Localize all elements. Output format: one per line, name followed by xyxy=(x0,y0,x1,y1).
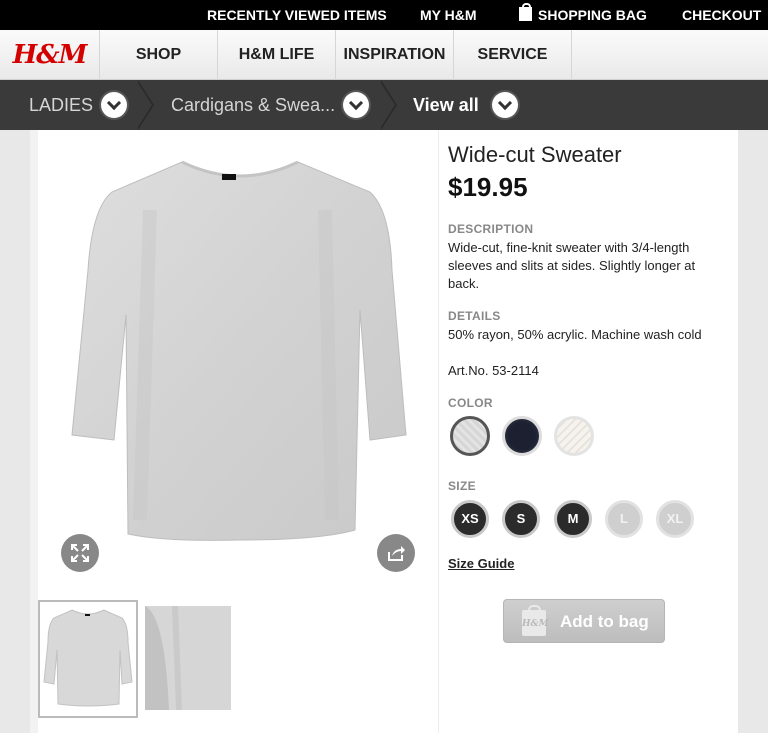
tab-shop[interactable]: SHOP xyxy=(100,30,218,80)
thumbnail-front-image xyxy=(43,609,133,707)
description-label: DESCRIPTION xyxy=(448,222,534,236)
size-l-button: L xyxy=(605,500,643,538)
tab-inspiration[interactable]: INSPIRATION xyxy=(336,30,454,80)
column-divider xyxy=(438,130,439,733)
thumbnail-front[interactable] xyxy=(38,600,138,718)
size-xs-button[interactable]: XS xyxy=(451,500,489,538)
share-button[interactable] xyxy=(377,534,415,572)
thumbnail-detail-image xyxy=(145,605,231,711)
product-title: Wide-cut Sweater xyxy=(448,142,622,167)
color-swatch-dark-navy[interactable] xyxy=(502,416,542,456)
thumbnail-detail[interactable] xyxy=(145,605,231,711)
share-icon xyxy=(388,546,405,561)
breadcrumb-ladies[interactable]: LADIES xyxy=(29,80,93,130)
shopping-bag-link[interactable]: SHOPPING BAG xyxy=(519,3,647,23)
shopping-bag-icon: H&M xyxy=(522,605,549,636)
expand-icon xyxy=(71,544,89,562)
size-s-button[interactable]: S xyxy=(502,500,540,538)
breadcrumb-cardigans[interactable]: Cardigans & Swea... xyxy=(171,80,335,130)
add-to-bag-label: Add to bag xyxy=(560,612,649,631)
size-guide-link[interactable]: Size Guide xyxy=(448,556,514,571)
product-image[interactable] xyxy=(70,150,410,570)
size-label: SIZE xyxy=(448,479,476,493)
tab-hm-life[interactable]: H&M LIFE xyxy=(218,30,336,80)
expand-image-button[interactable] xyxy=(61,534,99,572)
shopping-bag-label: SHOPPING BAG xyxy=(538,7,647,23)
main-nav: H&M SHOP H&M LIFE INSPIRATION SERVICE xyxy=(0,30,768,80)
breadcrumb-view-all[interactable]: View all xyxy=(413,80,479,130)
recently-viewed-link[interactable]: RECENTLY VIEWED ITEMS xyxy=(207,7,387,23)
breadcrumb-separator xyxy=(136,80,154,130)
chevron-down-icon[interactable] xyxy=(492,92,518,118)
shopping-bag-icon xyxy=(519,3,532,21)
color-swatch-light-gray[interactable] xyxy=(450,416,490,456)
description-text: Wide-cut, fine-knit sweater with 3/4-len… xyxy=(448,240,696,291)
details-text: 50% rayon, 50% acrylic. Machine wash col… xyxy=(448,327,702,342)
my-hm-link[interactable]: MY H&M xyxy=(420,7,477,23)
color-swatch-off-white[interactable] xyxy=(554,416,594,456)
size-m-button[interactable]: M xyxy=(554,500,592,538)
product-price: $19.95 xyxy=(448,172,528,202)
chevron-down-icon[interactable] xyxy=(343,92,369,118)
tab-service[interactable]: SERVICE xyxy=(454,30,572,80)
breadcrumb-separator xyxy=(379,80,397,130)
product-page: Wide-cut Sweater $19.95 DESCRIPTION Wide… xyxy=(30,130,738,733)
color-label: COLOR xyxy=(448,396,493,410)
add-to-bag-button[interactable]: H&M Add to bag xyxy=(503,599,665,643)
hm-logo[interactable]: H&M xyxy=(0,30,100,80)
size-xl-button: XL xyxy=(656,500,694,538)
checkout-link[interactable]: CHECKOUT xyxy=(682,7,761,23)
chevron-down-icon[interactable] xyxy=(101,92,127,118)
details-label: DETAILS xyxy=(448,309,501,323)
art-number: Art.No. 53-2114 xyxy=(448,363,539,378)
breadcrumb: LADIES Cardigans & Swea... View all xyxy=(0,80,768,130)
utility-bar: RECENTLY VIEWED ITEMS MY H&M SHOPPING BA… xyxy=(0,0,768,30)
